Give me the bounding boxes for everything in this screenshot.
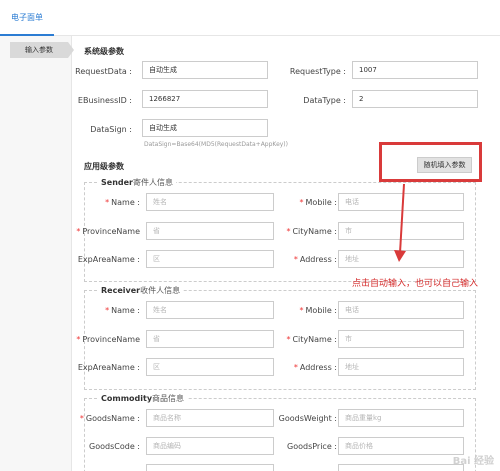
goodsweight-label: GoodsWeight : (278, 414, 337, 423)
receiver-exparea-label: ExpAreaName : (77, 363, 140, 372)
sender-mobile-input[interactable]: 电话 (338, 193, 464, 211)
goodsprice-input[interactable]: 商品价格 (338, 437, 464, 455)
receiver-name-input[interactable]: 姓名 (146, 301, 274, 319)
receiver-mobile-label: * Mobile : (277, 306, 337, 315)
receiver-city-label: * CityName : (277, 335, 337, 344)
left-nav: 输入参数 (0, 36, 74, 471)
requesttype-input[interactable]: 1007 (352, 61, 478, 79)
required-mark: * (105, 198, 110, 207)
commodity-legend-bold: Commodity (101, 394, 153, 403)
sender-address-label: * Address : (277, 255, 337, 264)
receiver-legend-bold: Receiver (101, 286, 141, 295)
required-mark: * (105, 306, 110, 315)
goodsname-input[interactable]: 商品名称 (146, 409, 274, 427)
receiver-mobile-input[interactable]: 电话 (338, 301, 464, 319)
ebusinessid-input[interactable]: 1266827 (142, 90, 268, 108)
commodity-legend-text: 商品信息 (152, 394, 185, 403)
sender-province-label: * ProvinceName (72, 227, 140, 236)
requestdata-input[interactable]: 自动生成 (142, 61, 268, 79)
required-mark: * (76, 335, 81, 344)
commodity-legend: Commodity商品信息 (98, 393, 188, 404)
receiver-mobile-label-text: Mobile : (305, 306, 337, 315)
goodsname-label-text: GoodsName : (85, 414, 140, 423)
tab-electronic-waybill[interactable]: 电子面单 (0, 0, 54, 36)
receiver-province-label-text: ProvinceName (82, 335, 140, 344)
datasign-hint: DataSign=Base64(MD5(RequestData+AppKey)) (144, 141, 288, 148)
sender-city-label-text: CityName : (292, 227, 337, 236)
goodsname-label: * GoodsName : (72, 414, 140, 423)
goodscode-input[interactable]: 商品编码 (146, 437, 274, 455)
receiver-name-label-text: Name : (111, 306, 140, 315)
required-mark: * (299, 198, 304, 207)
ebusinessid-label: EBusinessID : (77, 96, 132, 105)
sender-address-label-text: Address : (299, 255, 337, 264)
required-mark: * (286, 335, 291, 344)
receiver-address-input[interactable]: 地址 (338, 358, 464, 376)
app-params-title: 应用级参数 (84, 162, 124, 171)
receiver-province-input[interactable]: 省 (146, 330, 274, 348)
commodity-next-input[interactable] (146, 464, 274, 471)
watermark-logo: Bai 经验 (452, 456, 494, 467)
sender-province-input[interactable]: 省 (146, 222, 274, 240)
sender-name-label-text: Name : (111, 198, 140, 207)
receiver-address-label-text: Address : (299, 363, 337, 372)
sender-province-label-text: ProvinceName (82, 227, 140, 236)
required-mark: * (286, 227, 291, 236)
goodsprice-label: GoodsPrice : (287, 442, 337, 451)
random-fill-button[interactable]: 随机填入参数 (417, 157, 472, 173)
receiver-province-label: * ProvinceName (72, 335, 140, 344)
sender-exparea-label: ExpAreaName : (77, 255, 140, 264)
requesttype-label: RequestType : (289, 67, 346, 76)
datasign-input[interactable]: 自动生成 (142, 119, 268, 137)
top-bar: 电子面单 (0, 0, 500, 36)
sender-legend: Sender寄件人信息 (98, 177, 176, 188)
goodsweight-input[interactable]: 商品重量kg (338, 409, 464, 427)
receiver-city-label-text: CityName : (292, 335, 337, 344)
commodity-next-input-2[interactable] (338, 464, 464, 471)
required-mark: * (299, 306, 304, 315)
receiver-legend: Receiver收件人信息 (98, 285, 184, 296)
sender-address-input[interactable]: 地址 (338, 250, 464, 268)
datasign-label: DataSign : (90, 125, 132, 134)
receiver-legend-text: 收件人信息 (140, 286, 181, 295)
required-mark: * (293, 255, 298, 264)
sender-name-input[interactable]: 姓名 (146, 193, 274, 211)
sender-mobile-label-text: Mobile : (305, 198, 337, 207)
receiver-exparea-input[interactable]: 区 (146, 358, 274, 376)
nav-item-input-params[interactable]: 输入参数 (10, 42, 74, 58)
datatype-label: DataType : (303, 96, 346, 105)
required-mark: * (293, 363, 298, 372)
required-mark: * (76, 227, 81, 236)
receiver-address-label: * Address : (277, 363, 337, 372)
annotation-text: 点击自动输入，也可以自己输入 (352, 279, 479, 289)
sender-name-label: * Name : (72, 198, 140, 207)
required-mark: * (79, 414, 84, 423)
main-content: 系统级参数 RequestData : 自动生成 RequestType : 1… (72, 36, 500, 471)
sender-legend-text: 寄件人信息 (132, 178, 173, 187)
sender-legend-bold: Sender (101, 178, 133, 187)
receiver-name-label: * Name : (72, 306, 140, 315)
sender-city-input[interactable]: 市 (338, 222, 464, 240)
receiver-city-input[interactable]: 市 (338, 330, 464, 348)
sender-exparea-input[interactable]: 区 (146, 250, 274, 268)
requestdata-label: RequestData : (75, 67, 132, 76)
datatype-input[interactable]: 2 (352, 90, 478, 108)
sender-mobile-label: * Mobile : (277, 198, 337, 207)
sender-city-label: * CityName : (277, 227, 337, 236)
goodscode-label: GoodsCode : (89, 442, 140, 451)
system-params-title: 系统级参数 (84, 47, 124, 56)
